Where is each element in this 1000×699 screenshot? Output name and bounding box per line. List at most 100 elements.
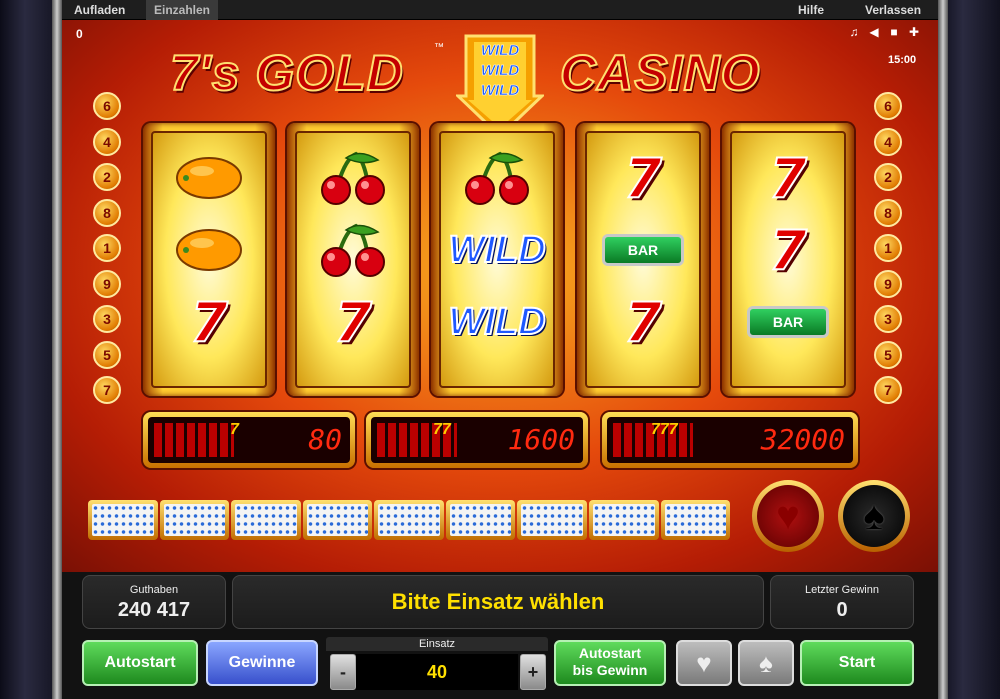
cherry-icon bbox=[441, 143, 553, 213]
seven-icon: 7 bbox=[768, 218, 808, 283]
music-icon[interactable]: ♫ bbox=[846, 24, 862, 40]
gewinne-button[interactable]: Gewinne bbox=[206, 640, 318, 686]
payline-card bbox=[159, 500, 230, 540]
paytable-value: 32000 bbox=[760, 423, 845, 456]
message-display: Bitte Einsatz wählen bbox=[232, 575, 764, 629]
gamble-red: ♥ bbox=[752, 480, 824, 552]
line-indicator: 9 bbox=[874, 269, 902, 298]
payline-card bbox=[588, 500, 659, 540]
payline-card bbox=[302, 500, 373, 540]
sound-icon[interactable]: ◀ bbox=[866, 24, 882, 40]
line-indicator: 4 bbox=[874, 127, 902, 156]
line-indicator: 3 bbox=[874, 305, 902, 333]
line-indicator: 3 bbox=[93, 305, 121, 333]
orange-icon bbox=[153, 215, 265, 285]
line-indicator: 2 bbox=[874, 163, 902, 191]
left-frame bbox=[0, 0, 62, 699]
bar-icon: BAR bbox=[587, 215, 699, 285]
paytable-sevens: 77 bbox=[433, 421, 451, 438]
wild-icon: WILD bbox=[447, 228, 546, 272]
line-indicator: 7 bbox=[874, 376, 902, 404]
seven-icon: 7 bbox=[333, 290, 373, 355]
line-indicator: 6 bbox=[874, 92, 902, 120]
payline-card bbox=[445, 500, 516, 540]
payline-card bbox=[517, 500, 587, 540]
bet-increase-button[interactable]: + bbox=[520, 654, 546, 690]
help-link[interactable]: Hilfe bbox=[790, 0, 832, 20]
balance-value: 240 417 bbox=[117, 599, 191, 621]
paytable-sevens: 7 bbox=[230, 421, 239, 438]
paytable-value: 80 bbox=[308, 423, 342, 456]
bet-value: 40 bbox=[356, 654, 518, 690]
line-indicator: 1 bbox=[874, 234, 902, 262]
wild-icon: WILD bbox=[447, 300, 546, 344]
seven-icon: 7 bbox=[768, 146, 808, 211]
autostart-button[interactable]: Autostart bbox=[82, 640, 198, 686]
last-win-box: Letzter Gewinn 0 bbox=[770, 575, 914, 629]
sound-controls: ♫ ◀ ■ ✚ bbox=[846, 24, 922, 40]
logo-casino: CASINO bbox=[559, 44, 761, 102]
logo-gold: 7's GOLD bbox=[169, 44, 404, 102]
wild-label-2: WILD bbox=[480, 62, 520, 80]
start-button[interactable]: Start bbox=[800, 640, 914, 686]
trademark: ™ bbox=[434, 42, 444, 53]
payline-card bbox=[660, 500, 731, 540]
line-indicator: 4 bbox=[93, 127, 121, 156]
payline-card bbox=[88, 500, 158, 540]
bet-label: Einsatz bbox=[326, 637, 548, 651]
paytable-sevens: 777 bbox=[651, 421, 678, 438]
payline-card bbox=[231, 500, 301, 540]
line-indicator: 6 bbox=[93, 92, 121, 120]
line-indicator: 5 bbox=[874, 340, 902, 369]
autostart-until-win-line1: Autostart bbox=[578, 645, 642, 661]
reel-5: 7 7 BAR bbox=[722, 123, 854, 396]
credit-counter: 0 bbox=[76, 27, 83, 41]
autostart-until-win-line2: bis Gewinn bbox=[572, 662, 648, 678]
paytable-7: 7 80 bbox=[143, 412, 355, 468]
bar-icon: BAR bbox=[732, 287, 844, 357]
gamble-red-button[interactable]: ♥ bbox=[676, 640, 732, 686]
reel-4: 7 BAR 7 bbox=[577, 123, 709, 396]
line-indicator: 1 bbox=[93, 234, 121, 262]
cherry-icon bbox=[297, 143, 409, 213]
settings-icon[interactable]: ✚ bbox=[906, 24, 922, 40]
cherry-icon bbox=[297, 215, 409, 285]
last-win-label: Letzter Gewinn bbox=[805, 584, 879, 596]
right-frame bbox=[938, 0, 1000, 699]
paytable-lines-graphic bbox=[154, 423, 234, 457]
tab-einzahlen[interactable]: Einzahlen bbox=[146, 0, 219, 20]
bet-decrease-button[interactable]: - bbox=[330, 654, 356, 690]
payline-card bbox=[374, 500, 444, 540]
seven-icon: 7 bbox=[623, 146, 663, 211]
seven-icon: 7 bbox=[189, 290, 229, 355]
gamble-black-button[interactable]: ♠ bbox=[738, 640, 794, 686]
reel-2: 7 bbox=[287, 123, 419, 396]
last-win-value: 0 bbox=[836, 599, 848, 621]
reel-3: WILD WILD bbox=[431, 123, 563, 396]
wild-label-3: WILD bbox=[480, 82, 520, 100]
line-indicator: 2 bbox=[93, 163, 121, 191]
paytable-77: 77 1600 bbox=[366, 412, 588, 468]
seven-icon: 7 bbox=[623, 290, 663, 355]
reel-1: 7 bbox=[143, 123, 275, 396]
top-bar: Aufladen Einzahlen Hilfe Verlassen bbox=[62, 0, 938, 20]
balance-box: Guthaben 240 417 bbox=[82, 575, 226, 629]
balance-label: Guthaben bbox=[129, 584, 179, 596]
orange-icon bbox=[153, 143, 265, 213]
autostart-until-win-button[interactable]: Autostart bis Gewinn bbox=[554, 640, 666, 686]
line-indicator: 7 bbox=[93, 376, 121, 404]
line-indicator: 5 bbox=[93, 340, 121, 369]
tab-aufladen[interactable]: Aufladen bbox=[66, 0, 133, 20]
leave-link[interactable]: Verlassen bbox=[857, 0, 929, 20]
wild-label-1: WILD bbox=[480, 42, 520, 60]
fullscreen-icon[interactable]: ■ bbox=[886, 24, 902, 40]
line-indicator: 8 bbox=[93, 198, 121, 227]
payline-strip bbox=[88, 500, 731, 540]
paylines-right: 6 4 2 8 1 9 3 5 7 bbox=[874, 92, 904, 412]
gamble-black: ♠ bbox=[838, 480, 910, 552]
spade-icon: ♠ bbox=[843, 485, 905, 547]
line-indicator: 9 bbox=[93, 269, 121, 298]
line-indicator: 8 bbox=[874, 198, 902, 227]
paylines-left: 6 4 2 8 1 9 3 5 7 bbox=[93, 92, 123, 412]
paytable-value: 1600 bbox=[507, 423, 575, 456]
